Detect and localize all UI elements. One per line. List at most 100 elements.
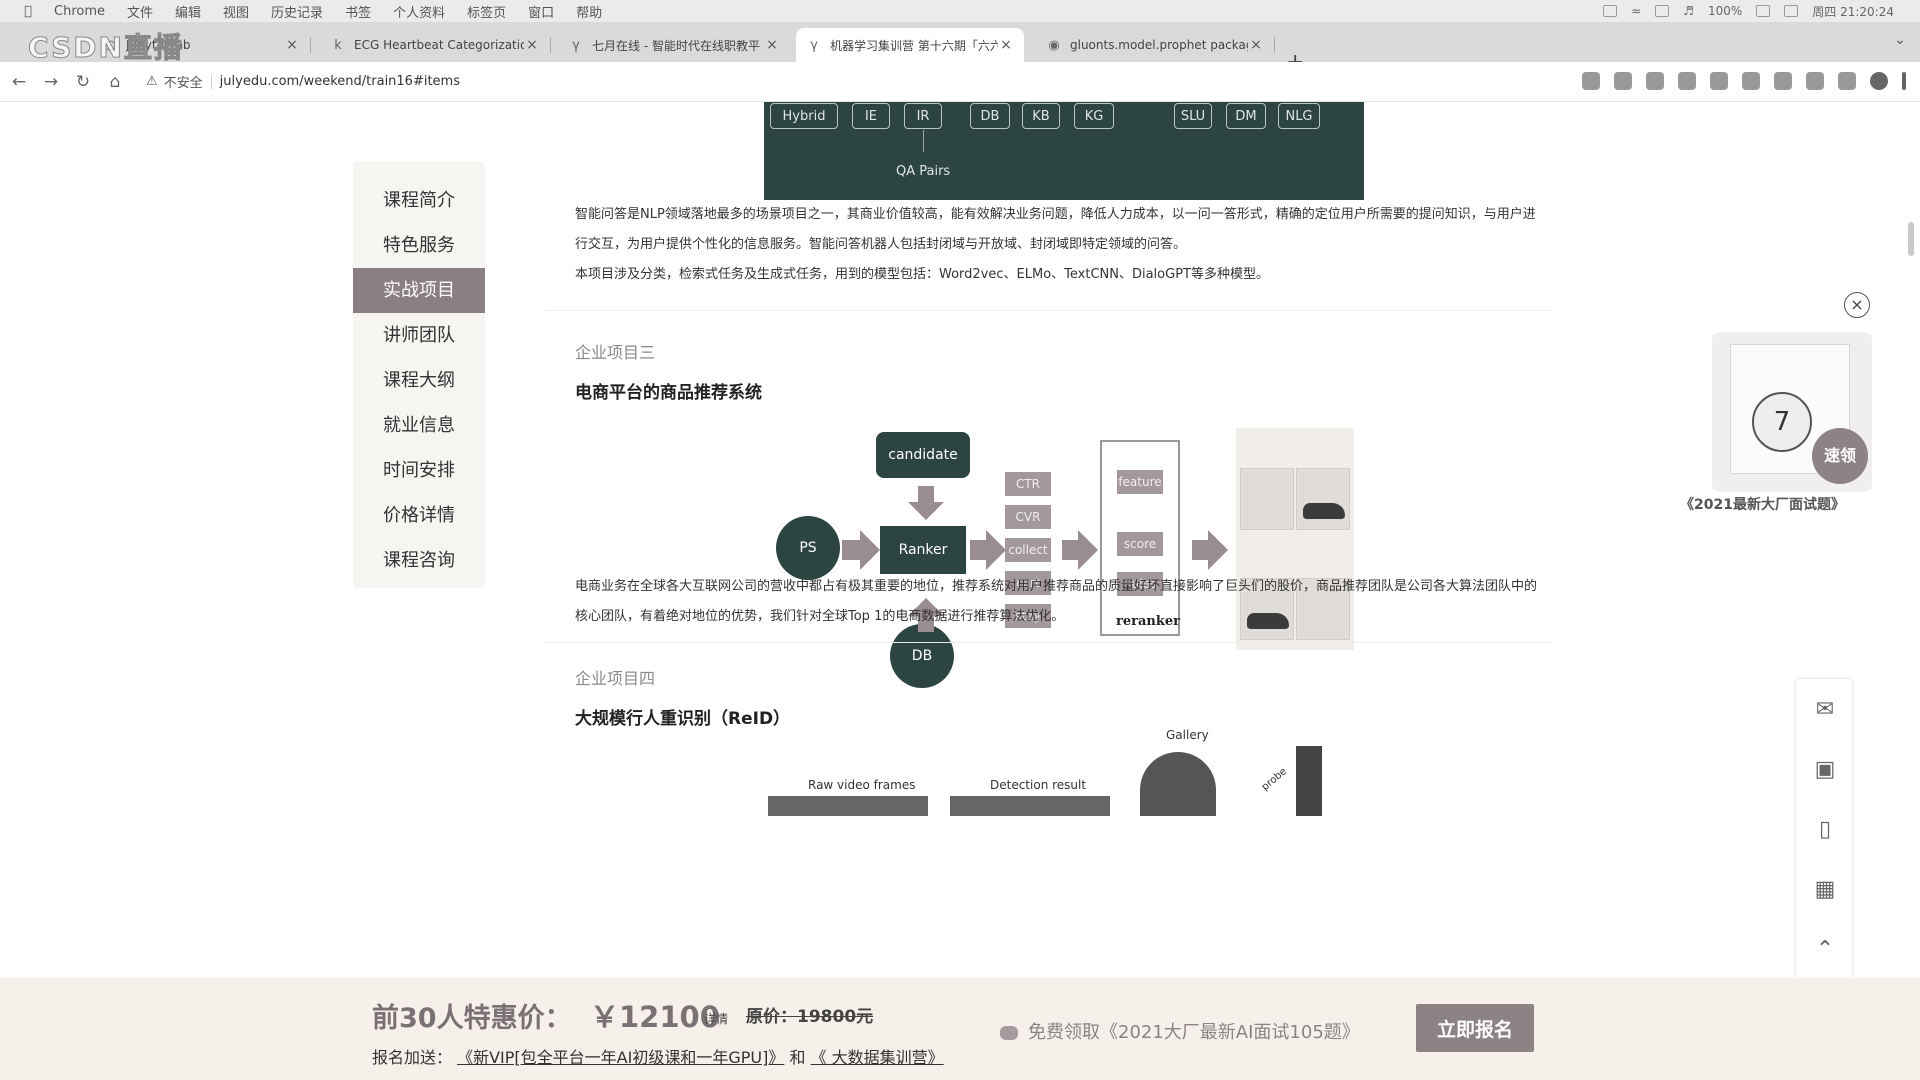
gift-prefix: 报名加送： <box>372 1048 453 1067</box>
mobile-icon[interactable]: ▯ <box>1796 799 1854 859</box>
nav-pricing[interactable]: 价格详情 <box>353 493 485 538</box>
apple-icon[interactable]:  <box>20 4 36 19</box>
extension-icon[interactable] <box>1806 72 1824 90</box>
julyedu-icon: γ <box>572 37 580 53</box>
gift-and: 和 <box>789 1048 806 1067</box>
menu-item-profile[interactable]: 个人资料 <box>393 2 445 21</box>
nav-features[interactable]: 特色服务 <box>353 223 485 268</box>
extension-icon[interactable] <box>1582 72 1600 90</box>
tab-title: 七月在线 - 智能时代在线职教平 <box>592 38 760 53</box>
project2-description: 智能问答是NLP领域落地最多的场景项目之一，其商业价值较高，能有效解决业务问题，… <box>575 207 1536 252</box>
promo-caption[interactable]: 《2021最新大厂面试题》 <box>1680 494 1845 514</box>
probe-image <box>1296 746 1322 816</box>
forward-icon[interactable]: → <box>38 72 64 92</box>
url-text[interactable]: julyedu.com/weekend/train16#items <box>220 74 460 89</box>
tab-separator <box>550 37 551 53</box>
diagram-box: SLU <box>1174 103 1212 129</box>
wifi-icon[interactable]: ≈ <box>1631 4 1641 18</box>
interview-book-promo[interactable]: 7 速领 <box>1712 332 1872 492</box>
tab-ml-camp[interactable]: γ 机器学习集训营 第十六期「六六 × <box>796 28 1024 62</box>
close-icon[interactable]: × <box>764 37 780 53</box>
volume-icon[interactable]: ♬ <box>1683 4 1694 18</box>
nav-employment[interactable]: 就业信息 <box>353 403 485 448</box>
warning-icon[interactable]: ⚠ <box>146 74 158 89</box>
promo-price-label: 前30人特惠价： <box>372 1003 572 1034</box>
profile-avatar-icon[interactable] <box>1870 72 1888 90</box>
price-detail-link[interactable]: 详情 <box>704 1010 728 1027</box>
gift-link-vip[interactable]: 《新VIP[包全平台一年AI初级课和一年GPU]》 <box>457 1048 784 1067</box>
project3-title: 电商平台的商品推荐系统 <box>575 383 762 403</box>
nav-schedule[interactable]: 时间安排 <box>353 448 485 493</box>
gift-icon[interactable]: ▣ <box>1796 739 1854 799</box>
free-offer-text: 免费领取《2021大厂最新AI面试105题》 <box>1028 1022 1360 1043</box>
diagram-box: Hybrid <box>770 103 838 129</box>
battery-percent[interactable]: 100% <box>1708 4 1742 18</box>
qrcode-icon[interactable]: ▦ <box>1796 859 1854 919</box>
close-icon[interactable]: × <box>1248 37 1264 53</box>
menu-item-file[interactable]: 文件 <box>127 2 153 21</box>
nav-projects[interactable]: 实战项目 <box>353 268 485 313</box>
status-app-icon[interactable] <box>1603 5 1618 17</box>
chevron-down-icon[interactable]: ⌄ <box>1894 32 1906 48</box>
extension-icon[interactable] <box>1710 72 1728 90</box>
tab-title: ECG Heartbeat Categorization <box>354 38 524 52</box>
original-price-label: 原价： <box>746 1007 797 1027</box>
diagram-box: IE <box>852 103 890 129</box>
bookmark-star-icon[interactable] <box>1614 72 1632 90</box>
menu-item-history[interactable]: 历史记录 <box>271 2 323 21</box>
home-icon[interactable]: ⌂ <box>102 72 128 92</box>
diagram-box: DB <box>970 103 1010 129</box>
security-status[interactable]: 不安全 <box>164 72 203 91</box>
menu-item-edit[interactable]: 编辑 <box>175 2 201 21</box>
quick-claim-badge[interactable]: 速领 <box>1812 428 1868 484</box>
scrollbar-thumb[interactable] <box>1908 222 1914 256</box>
reload-icon[interactable]: ↻ <box>70 72 96 92</box>
diagram-box: DM <box>1226 103 1266 129</box>
probe-label: probe <box>1259 766 1290 793</box>
menu-item-window[interactable]: 窗口 <box>528 2 554 21</box>
nav-course-intro[interactable]: 课程简介 <box>353 178 485 223</box>
free-offer-link[interactable]: 免费领取《2021大厂最新AI面试105题》 <box>1000 1018 1360 1044</box>
tab-separator <box>310 37 311 53</box>
project4-title: 大规模行人重识别（ReID） <box>575 709 791 729</box>
close-icon[interactable]: × <box>1844 292 1870 318</box>
chat-bubble-icon <box>1000 1026 1018 1040</box>
tab-julyedu-home[interactable]: γ 七月在线 - 智能时代在线职教平 × <box>558 28 790 62</box>
nav-syllabus[interactable]: 课程大纲 <box>353 358 485 403</box>
close-icon[interactable]: × <box>524 37 540 53</box>
address-bar[interactable]: ⚠ 不安全 julyedu.com/weekend/train16#items <box>146 67 1196 97</box>
extension-icon[interactable] <box>1742 72 1760 90</box>
extension-icon[interactable] <box>1838 72 1856 90</box>
menu-item-view[interactable]: 视图 <box>223 2 249 21</box>
tab-gluonts[interactable]: ◉ gluonts.model.prophet packag × <box>1036 28 1275 62</box>
nav-teachers[interactable]: 讲师团队 <box>353 313 485 358</box>
close-icon[interactable]: × <box>998 37 1014 53</box>
signup-button[interactable]: 立即报名 <box>1416 1004 1534 1052</box>
close-icon[interactable]: × <box>284 37 300 53</box>
menu-app-name[interactable]: Chrome <box>54 4 105 19</box>
menu-item-bookmarks[interactable]: 书签 <box>345 2 371 21</box>
extension-icon[interactable] <box>1678 72 1696 90</box>
back-icon[interactable]: ← <box>6 72 32 92</box>
bottom-promo-bar: 前30人特惠价： ￥12100 详情 原价：19800元 报名加送： 《新VIP… <box>0 978 1920 1080</box>
nav-consult[interactable]: 课程咨询 <box>353 538 485 583</box>
tab-strip: ○ JupyterLab × k ECG Heartbeat Categoriz… <box>0 22 1920 75</box>
page-content: 课程简介 特色服务 实战项目 讲师团队 课程大纲 就业信息 时间安排 价格详情 … <box>0 102 1920 1080</box>
extension-icon[interactable] <box>1774 72 1792 90</box>
address-divider <box>210 74 212 89</box>
feature-collect: collect <box>1005 538 1051 562</box>
gallery-image <box>1140 752 1216 816</box>
chat-icon[interactable]: ✉ <box>1796 679 1854 739</box>
tab-ecg[interactable]: k ECG Heartbeat Categorization × <box>320 28 551 62</box>
extension-icon[interactable] <box>1646 72 1664 90</box>
frames-image <box>768 796 928 816</box>
menu-item-tabs[interactable]: 标签页 <box>467 2 506 21</box>
menu-item-help[interactable]: 帮助 <box>576 2 602 21</box>
gift-link-bigdata[interactable]: 《 大数据集训营》 <box>811 1048 944 1067</box>
display-icon[interactable] <box>1655 5 1670 17</box>
more-menu-icon[interactable] <box>1902 72 1906 90</box>
clock[interactable]: 周四 21:20:24 <box>1812 3 1894 20</box>
input-method-icon[interactable] <box>1784 5 1799 17</box>
back-to-top-icon[interactable]: ⌃ <box>1796 919 1854 979</box>
feature-cvr: CVR <box>1005 505 1051 529</box>
